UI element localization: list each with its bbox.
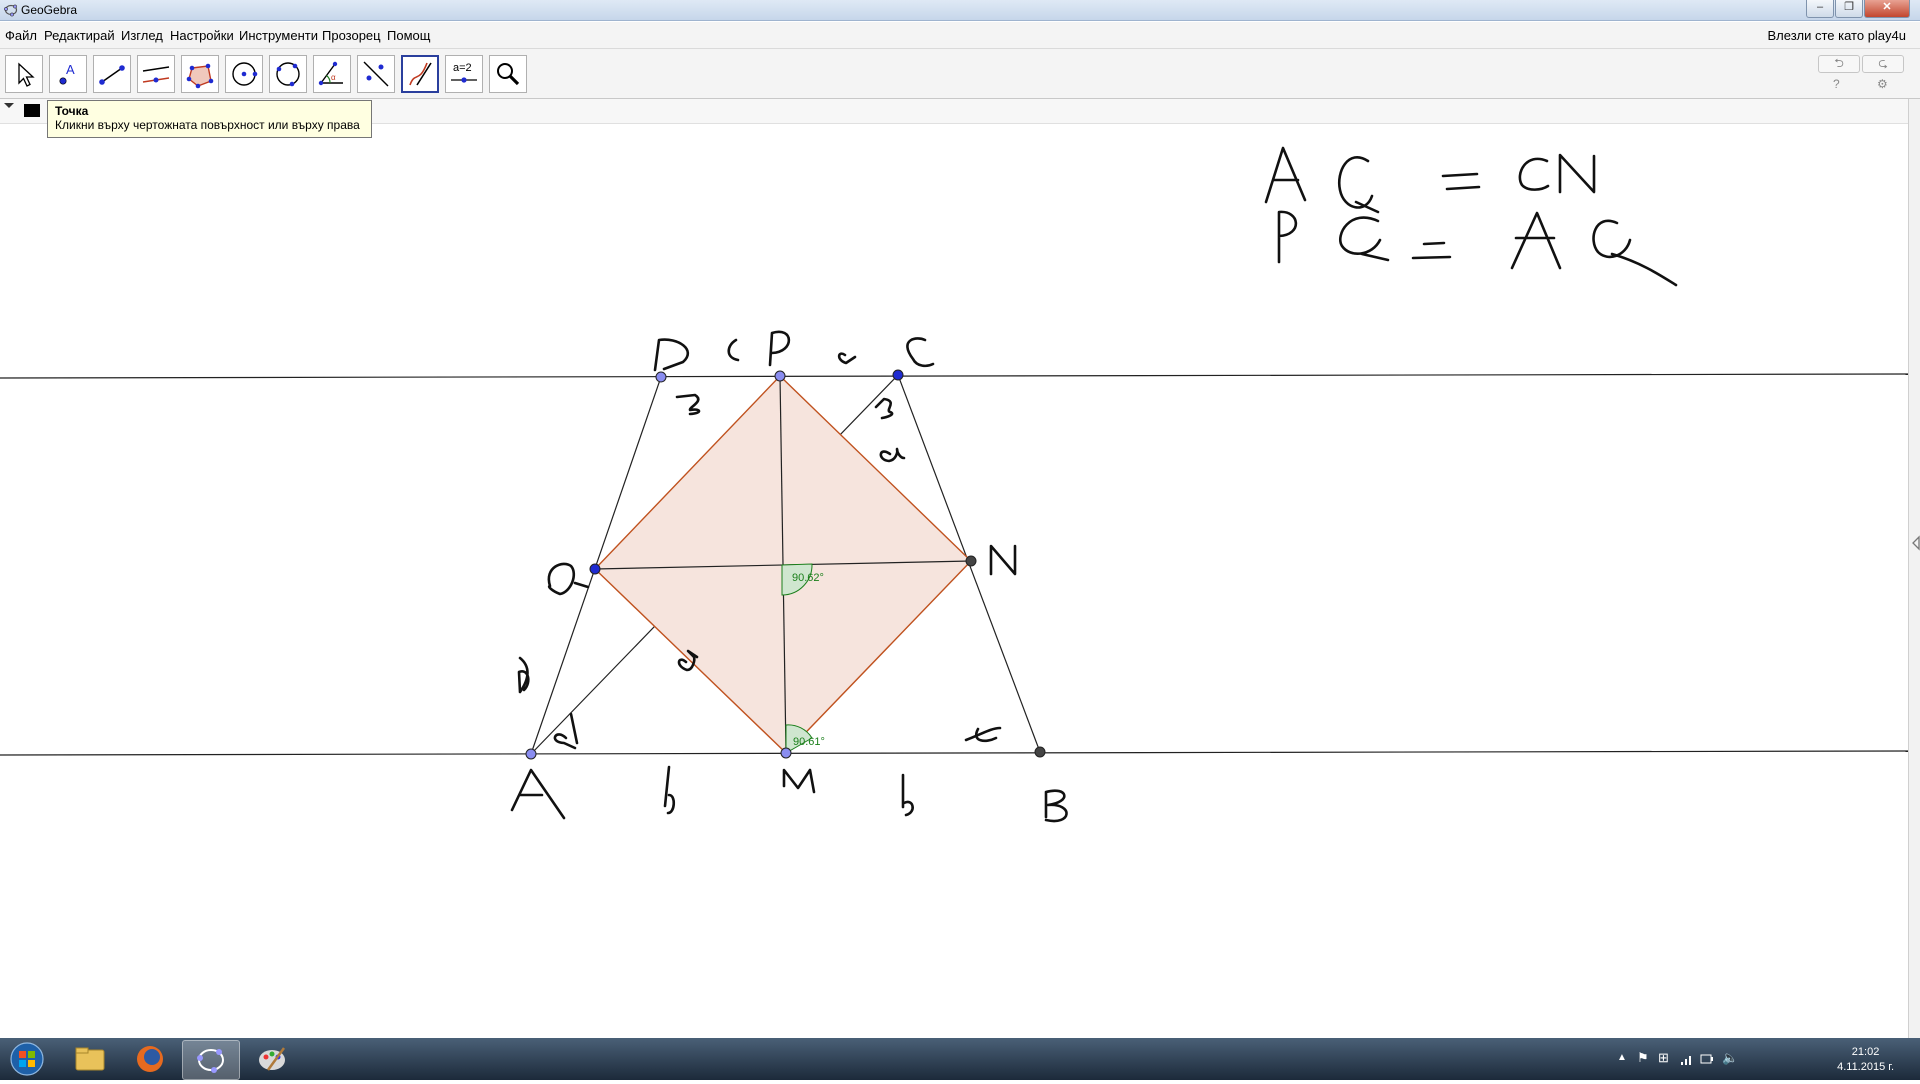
segment-icon [99, 65, 125, 85]
zoom-tool-button[interactable] [489, 55, 527, 93]
right-panel-toggle[interactable] [1908, 99, 1920, 1038]
circle-icon [232, 62, 258, 86]
minimize-button[interactable]: – [1806, 0, 1834, 18]
point-B[interactable] [1034, 746, 1046, 758]
login-status[interactable]: Влезли сте като play4u [1768, 28, 1907, 43]
menu-options[interactable]: Настройки [170, 28, 234, 43]
title-bar: GeoGebra – ❐ ✕ [0, 0, 1920, 21]
color-swatch[interactable] [24, 104, 40, 117]
point-P[interactable] [774, 370, 786, 382]
polygon-icon [186, 63, 214, 89]
reflect-tool-button[interactable] [357, 55, 395, 93]
menu-edit[interactable]: Редактирай [44, 28, 115, 43]
angle-tool-button[interactable]: α [313, 55, 351, 93]
menu-tools[interactable]: Инструменти [239, 28, 318, 43]
reflect-line-icon [363, 61, 389, 87]
help-icon[interactable]: ? [1833, 77, 1840, 91]
point-icon: A [59, 62, 75, 85]
line-tool-button[interactable] [93, 55, 131, 93]
menu-window[interactable]: Прозорец [322, 28, 381, 43]
clock-date: 4.11.2015 г. [1837, 1061, 1894, 1073]
menu-file[interactable]: Файл [5, 28, 37, 43]
circle-three-points-icon [276, 62, 300, 87]
menu-view[interactable]: Изглед [121, 28, 163, 43]
show-hidden-icons[interactable]: ▲ [1617, 1052, 1627, 1063]
firefox-icon [137, 1046, 163, 1072]
tooltip-title: Точка [55, 104, 89, 118]
point-A[interactable] [525, 748, 537, 760]
battery-icon[interactable] [1700, 1052, 1714, 1066]
menu-help[interactable]: Помощ [387, 28, 430, 43]
geogebra-icon [197, 1049, 224, 1073]
folder-icon [75, 1047, 105, 1071]
redo-button[interactable]: ⮎ [1862, 55, 1904, 73]
network-signal-icon[interactable] [1680, 1052, 1694, 1066]
move-tool-button[interactable] [5, 55, 43, 93]
taskbar-firefox[interactable] [122, 1040, 178, 1078]
graphics-view[interactable]: 90.62° 90.61° [0, 124, 1908, 1038]
close-button[interactable]: ✕ [1864, 0, 1910, 18]
clock[interactable]: 21:02 4.11.2015 г. [1837, 1045, 1894, 1075]
angle-label-center: 90.62° [792, 572, 824, 584]
line-bottom[interactable] [0, 750, 1908, 756]
slider-label: a=2 [453, 62, 472, 74]
toolbar: A α a=2 ⮌ ⮎ ? ⚙ [0, 49, 1920, 99]
taskbar-paint[interactable] [244, 1040, 300, 1078]
conic-tool-button[interactable] [269, 55, 307, 93]
speaker-icon[interactable]: 🔈 [1722, 1050, 1738, 1066]
freehand-tool-button[interactable] [401, 55, 439, 93]
arrow-cursor-icon [18, 62, 35, 87]
circle-tool-button[interactable] [225, 55, 263, 93]
chevron-left-icon[interactable] [1910, 535, 1920, 551]
point-C[interactable] [892, 369, 904, 381]
flag-icon[interactable]: ⚑ [1637, 1050, 1649, 1066]
undo-button[interactable]: ⮌ [1818, 55, 1860, 73]
system-tray: ▲ ⚑ ⊞ 🔈 21:02 4.11.2015 г. [1610, 1040, 1910, 1078]
point-M[interactable] [780, 747, 792, 759]
paint-icon [259, 1047, 286, 1071]
slider-tool-button[interactable]: a=2 [445, 55, 483, 93]
taskbar-geogebra[interactable] [182, 1040, 240, 1080]
taskbar-explorer[interactable] [62, 1040, 118, 1078]
slider-icon: a=2 [451, 62, 477, 83]
parallel-lines-icon [142, 66, 170, 83]
window-title: GeoGebra [21, 3, 78, 17]
line-top[interactable] [0, 373, 1908, 379]
clock-time: 21:02 [1851, 1046, 1880, 1058]
geogebra-icon [4, 4, 18, 17]
windows-icon[interactable]: ⊞ [1658, 1050, 1669, 1066]
point-tool-button[interactable]: A [49, 55, 87, 93]
pen-icon [409, 62, 432, 86]
polygon-tool-button[interactable] [181, 55, 219, 93]
point-D[interactable] [655, 371, 667, 383]
svg-text:α: α [331, 73, 336, 82]
angle-icon: α [318, 61, 343, 86]
menu-bar: Файл Редактирай Изглед Настройки Инструм… [0, 22, 1920, 49]
point-Q[interactable] [589, 563, 601, 575]
gear-icon[interactable]: ⚙ [1877, 77, 1888, 91]
taskbar: ▲ ⚑ ⊞ 🔈 21:02 4.11.2015 г. [0, 1038, 1920, 1080]
angle-label-bottom: 90.61° [793, 736, 825, 748]
magnifier-icon [497, 63, 520, 86]
maximize-button[interactable]: ❐ [1835, 0, 1863, 18]
start-button-icon[interactable] [4, 1040, 50, 1078]
point-N[interactable] [965, 555, 977, 567]
perpendicular-tool-button[interactable] [137, 55, 175, 93]
chevron-down-icon[interactable] [2, 99, 16, 113]
svg-text:A: A [66, 62, 75, 77]
